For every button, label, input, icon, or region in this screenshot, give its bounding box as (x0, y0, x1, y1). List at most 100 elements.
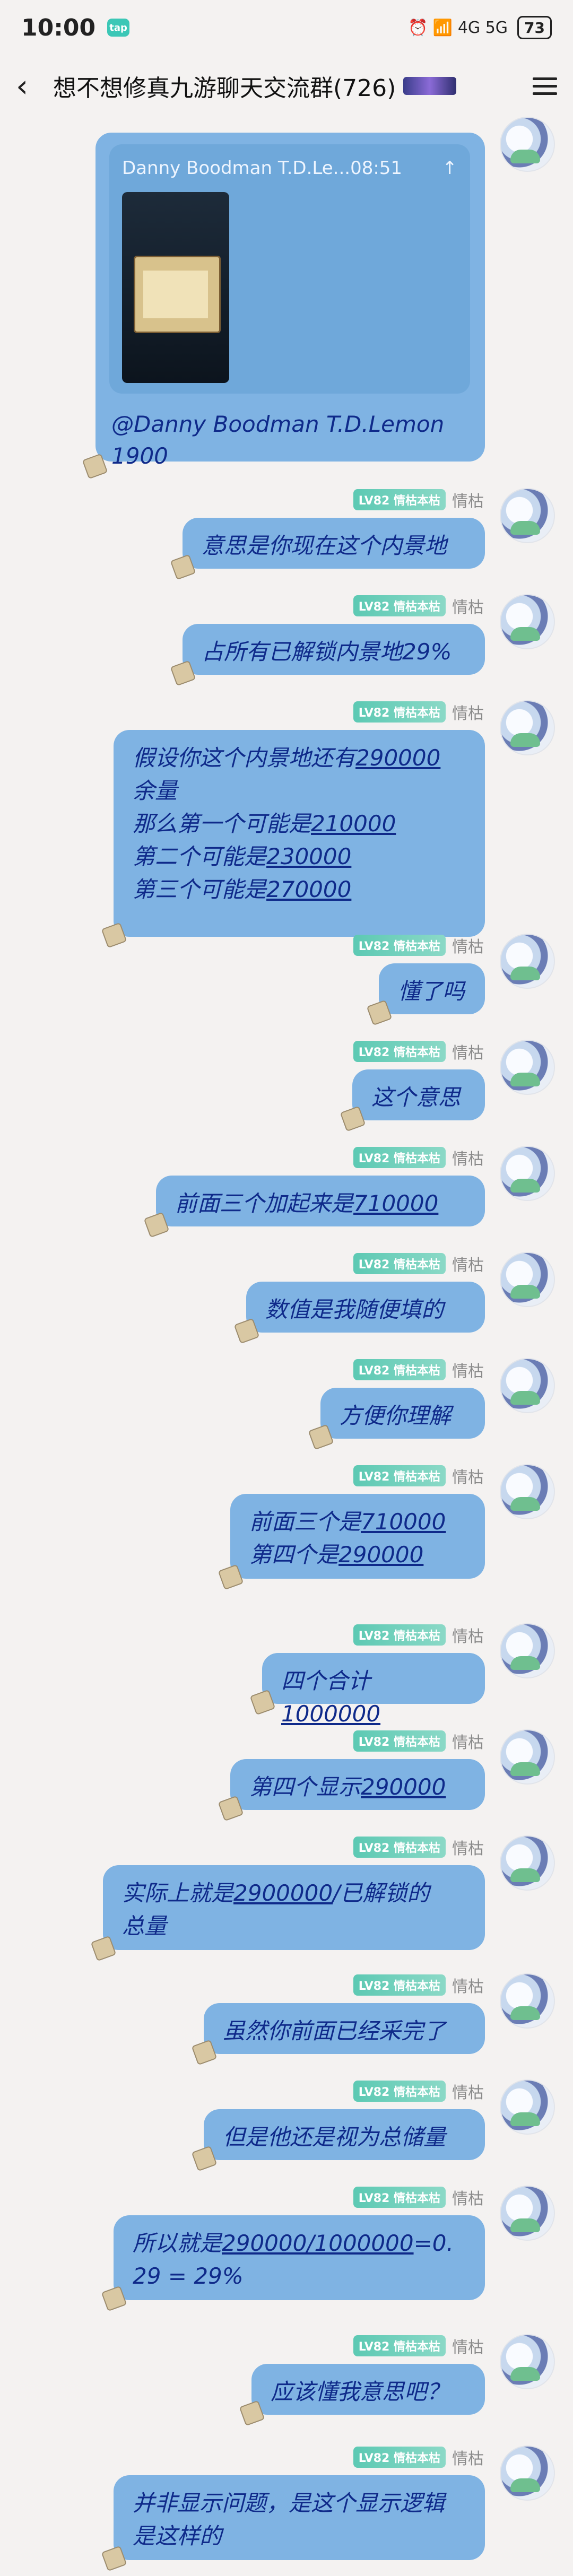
message-bubble[interactable]: 但是他还是视为总储量 (204, 2109, 485, 2160)
message-bubble[interactable]: 实际上就是2900000/已解锁的 总量 (103, 1865, 485, 1950)
sender-name[interactable]: 情枯 (452, 2334, 484, 2357)
message-bubble[interactable]: 并非显示问题，是这个显示逻辑 是这样的 (114, 2475, 485, 2560)
battery-icon: 73 (517, 16, 552, 39)
message-bubble[interactable]: 四个合计1000000 (262, 1653, 485, 1727)
level-badge: LV82 情枯本枯 (353, 1465, 446, 1486)
message-bubble[interactable]: 虽然你前面已经采完了 (204, 2003, 485, 2054)
level-badge: LV82 情枯本枯 (353, 1147, 446, 1168)
sender-name[interactable]: 情枯 (452, 1146, 484, 1169)
sender-name[interactable]: 情枯 (452, 1973, 484, 1997)
avatar[interactable] (500, 1835, 555, 1891)
message-bubble[interactable]: 假设你这个内景地还有290000 余量 那么第一个可能是210000 第二个可能是23… (114, 730, 485, 937)
level-badge: LV82 情枯本枯 (353, 935, 446, 956)
message-text-line: 这个意思 (371, 1084, 461, 1110)
message-text-line: 是这样的 (133, 2523, 222, 2549)
sender-name[interactable]: 情枯 (452, 700, 484, 724)
message-text-line: 第二个可能是230000 (133, 843, 352, 869)
message-bubble[interactable]: 应该懂我意思吧？ (251, 2364, 485, 2415)
sender-name[interactable]: 情枯 (452, 1464, 484, 1487)
message-bubble[interactable]: 占所有已解锁内景地29% (183, 624, 485, 675)
avatar[interactable] (500, 1040, 555, 1095)
sender-name[interactable]: 情枯 (452, 1835, 484, 1859)
sender-name[interactable]: 情枯 (452, 1040, 484, 1063)
avatar[interactable] (500, 1358, 555, 1413)
message-text-line: 前面三个是710000 (249, 1509, 446, 1535)
message-text-line: 前面三个加起来是710000 (175, 1190, 439, 1216)
message-text-line: 余量 (133, 778, 178, 804)
signal-icons: ⏰ 📶 4G 5G (408, 18, 508, 37)
sender-meta: LV82 情枯本枯 情枯 (353, 2079, 484, 2103)
pin-icon[interactable]: ↑ (442, 152, 458, 185)
level-badge: LV82 情枯本枯 (353, 2335, 446, 2356)
message-bubble[interactable]: 所以就是290000/1000000=0. 29 = 29% (114, 2215, 485, 2300)
level-badge: LV82 情枯本枯 (353, 1837, 446, 1858)
message-bubble[interactable]: 懂了吗 (379, 963, 485, 1014)
mention-text[interactable]: @Danny Boodman T.D.Lemon 1900 (111, 408, 469, 472)
message-bubble[interactable]: 数值是我随便填的 (246, 1282, 485, 1333)
level-badge: LV82 情枯本枯 (353, 595, 446, 616)
avatar[interactable] (500, 2186, 555, 2241)
sender-name[interactable]: 情枯 (452, 2446, 484, 2469)
sender-name[interactable]: 情枯 (452, 1358, 484, 1381)
avatar[interactable] (500, 1623, 555, 1678)
message-bubble[interactable]: 意思是你现在这个内景地 (183, 518, 485, 569)
level-badge: LV82 情枯本枯 (353, 701, 446, 723)
sender-meta: LV82 情枯本枯 情枯 (353, 1040, 484, 1063)
avatar[interactable] (500, 2446, 555, 2501)
message-text-line: 数值是我随便填的 (265, 1296, 444, 1322)
sender-meta: LV82 情枯本枯 情枯 (353, 934, 484, 957)
message-bubble[interactable]: 前面三个加起来是710000 (156, 1176, 485, 1226)
chat-title[interactable]: 想不想修真九游聊天交流群(726) (53, 69, 396, 103)
message-bubble[interactable]: 方便你理解 (320, 1388, 485, 1439)
quoted-image-thumbnail[interactable] (122, 192, 229, 383)
avatar[interactable] (500, 1729, 555, 1785)
level-badge: LV82 情枯本枯 (353, 1359, 446, 1380)
message-bubble[interactable]: 第四个显示290000 (230, 1759, 485, 1810)
sender-name[interactable]: 情枯 (452, 934, 484, 957)
sender-meta: LV82 情枯本枯 情枯 (353, 1252, 484, 1275)
message-text-line: 所以就是290000/1000000=0. (133, 2230, 454, 2256)
message-text-line: 四个合计1000000 (281, 1668, 381, 1727)
avatar[interactable] (500, 1973, 555, 2029)
sender-name[interactable]: 情枯 (452, 2186, 484, 2209)
message-bubble[interactable]: 这个意思 (352, 1069, 485, 1120)
message-text-line: 并非显示问题，是这个显示逻辑 (133, 2490, 445, 2516)
sender-name[interactable]: 情枯 (452, 594, 484, 617)
status-time: 10:00 (21, 14, 96, 41)
message-text-line: 但是他还是视为总储量 (223, 2124, 446, 2150)
chat-header: ‹ 想不想修真九游聊天交流群(726) (0, 55, 573, 117)
avatar[interactable] (500, 1252, 555, 1307)
level-badge: LV82 情枯本枯 (353, 489, 446, 510)
level-badge: LV82 情枯本枯 (353, 1253, 446, 1274)
sender-meta: LV82 情枯本枯 情枯 (353, 1623, 484, 1647)
sender-meta: LV82 情枯本枯 情枯 (353, 1464, 484, 1487)
hamburger-menu-icon[interactable] (533, 73, 557, 100)
sender-name[interactable]: 情枯 (452, 1252, 484, 1275)
level-badge: LV82 情枯本枯 (353, 1041, 446, 1062)
back-icon[interactable]: ‹ (16, 68, 42, 104)
avatar[interactable] (500, 2079, 555, 2135)
avatar[interactable] (500, 1146, 555, 1201)
avatar[interactable] (500, 1464, 555, 1519)
avatar[interactable] (500, 934, 555, 989)
avatar[interactable] (500, 488, 555, 543)
level-badge: LV82 情枯本枯 (353, 1624, 446, 1646)
sender-name[interactable]: 情枯 (452, 1729, 484, 1753)
sender-meta: LV82 情枯本枯 情枯 (353, 1835, 484, 1859)
message-bubble[interactable]: 前面三个是710000 第四个是290000 (230, 1494, 485, 1579)
message-bubble[interactable]: Danny Boodman T.D.Le...08:51 ↑ @Danny Bo… (96, 133, 485, 469)
avatar[interactable] (500, 594, 555, 649)
sender-meta: LV82 情枯本枯 情枯 (353, 700, 484, 724)
avatar[interactable] (500, 117, 555, 172)
quoted-card[interactable]: Danny Boodman T.D.Le...08:51 ↑ (109, 144, 470, 394)
message-text-line: 应该懂我意思吧？ (271, 2379, 449, 2405)
level-badge: LV82 情枯本枯 (353, 2081, 446, 2102)
avatar[interactable] (500, 2334, 555, 2389)
sender-name[interactable]: 情枯 (452, 1623, 484, 1647)
sender-name[interactable]: 情枯 (452, 2079, 484, 2103)
status-bar: 10:00 tap ⏰ 📶 4G 5G 73 (0, 0, 573, 55)
sender-meta: LV82 情枯本枯 情枯 (353, 1729, 484, 1753)
sender-meta: LV82 情枯本枯 情枯 (353, 2446, 484, 2469)
avatar[interactable] (500, 700, 555, 755)
sender-name[interactable]: 情枯 (452, 488, 484, 511)
